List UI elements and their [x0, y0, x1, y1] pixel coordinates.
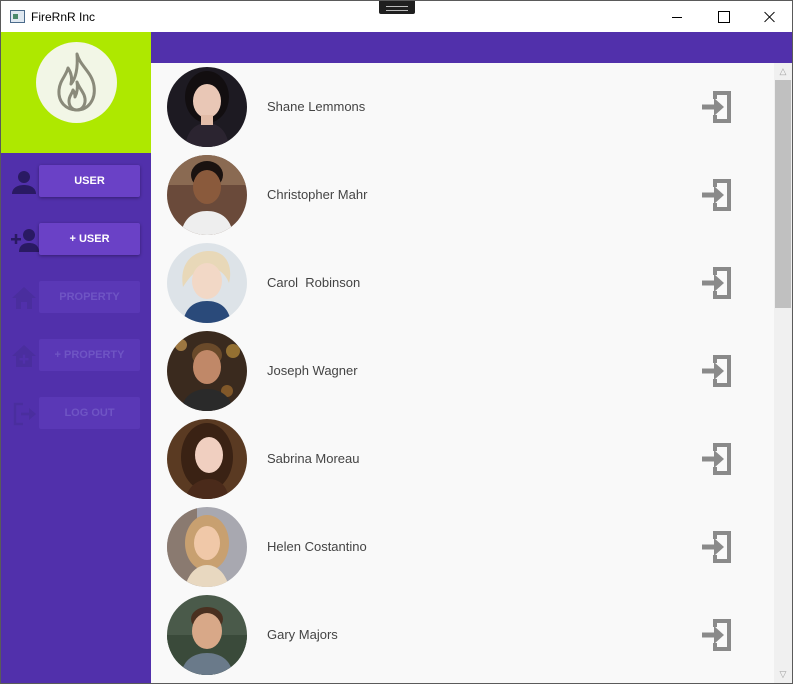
user-name: Gary Majors — [267, 627, 338, 642]
close-button[interactable] — [746, 1, 792, 32]
scroll-thumb[interactable] — [775, 80, 791, 308]
user-name: Shane Lemmons — [267, 99, 366, 114]
user-list: Shane Lemmons Christopher Mahr Carol Rob… — [151, 63, 774, 683]
arrow-up-icon[interactable]: △ — [774, 63, 792, 80]
logout-icon — [13, 402, 36, 426]
sidebar-item-add-user: + USER — [1, 223, 151, 257]
list-item[interactable]: Joseph Wagner — [151, 327, 774, 415]
avatar — [167, 67, 247, 147]
vertical-scrollbar[interactable]: △ ▽ — [774, 63, 792, 683]
user-name: Joseph Wagner — [267, 363, 358, 378]
header-bar — [151, 32, 792, 63]
person-icon — [12, 171, 36, 194]
list-item[interactable]: Sabrina Moreau — [151, 415, 774, 503]
list-item[interactable]: Helen Costantino — [151, 503, 774, 591]
avatar — [167, 595, 247, 675]
sidebar: USER + USER PROPERTY + PROPERTY LOG OUT — [1, 32, 151, 683]
sidebar-item-user: USER — [1, 165, 151, 199]
user-name: Sabrina Moreau — [267, 451, 360, 466]
drag-grip[interactable] — [379, 1, 415, 14]
sidebar-item-logout: LOG OUT — [1, 397, 151, 431]
avatar — [167, 507, 247, 587]
person-add-icon — [11, 229, 39, 252]
window-title: FireRnR Inc — [31, 10, 96, 24]
list-item[interactable]: Carol Robinson — [151, 239, 774, 327]
sidebar-item-add-property: + PROPERTY — [1, 339, 151, 373]
sign-in-icon[interactable] — [699, 89, 735, 125]
list-item[interactable]: Christopher Mahr — [151, 151, 774, 239]
user-name: Carol Robinson — [267, 275, 361, 290]
user-name: Helen Costantino — [267, 539, 367, 554]
home-add-icon — [12, 345, 36, 367]
arrow-down-icon[interactable]: ▽ — [774, 666, 792, 683]
avatar — [167, 155, 247, 235]
add-property-button[interactable]: + PROPERTY — [39, 339, 140, 371]
sign-in-icon[interactable] — [699, 265, 735, 301]
minimize-button[interactable] — [654, 1, 700, 32]
app-window: FireRnR Inc USER + USER PROPERTY + PROPE… — [0, 0, 793, 684]
user-button[interactable]: USER — [39, 165, 140, 197]
avatar — [167, 419, 247, 499]
avatar — [167, 243, 247, 323]
flame-icon — [57, 52, 96, 112]
sign-in-icon[interactable] — [699, 177, 735, 213]
maximize-button[interactable] — [700, 1, 746, 32]
sign-in-icon[interactable] — [699, 353, 735, 389]
sign-in-icon[interactable] — [699, 617, 735, 653]
list-item[interactable]: Shane Lemmons — [151, 63, 774, 151]
avatar — [167, 331, 247, 411]
list-item[interactable]: Gary Majors — [151, 591, 774, 679]
title-bar[interactable]: FireRnR Inc — [1, 1, 792, 32]
logo-area — [1, 32, 151, 153]
home-icon — [12, 287, 36, 309]
sidebar-item-property: PROPERTY — [1, 281, 151, 315]
app-icon — [10, 10, 25, 23]
logo — [36, 42, 117, 123]
sign-in-icon[interactable] — [699, 529, 735, 565]
user-name: Christopher Mahr — [267, 187, 368, 202]
add-user-button[interactable]: + USER — [39, 223, 140, 255]
logout-button[interactable]: LOG OUT — [39, 397, 140, 429]
property-button[interactable]: PROPERTY — [39, 281, 140, 313]
sign-in-icon[interactable] — [699, 441, 735, 477]
